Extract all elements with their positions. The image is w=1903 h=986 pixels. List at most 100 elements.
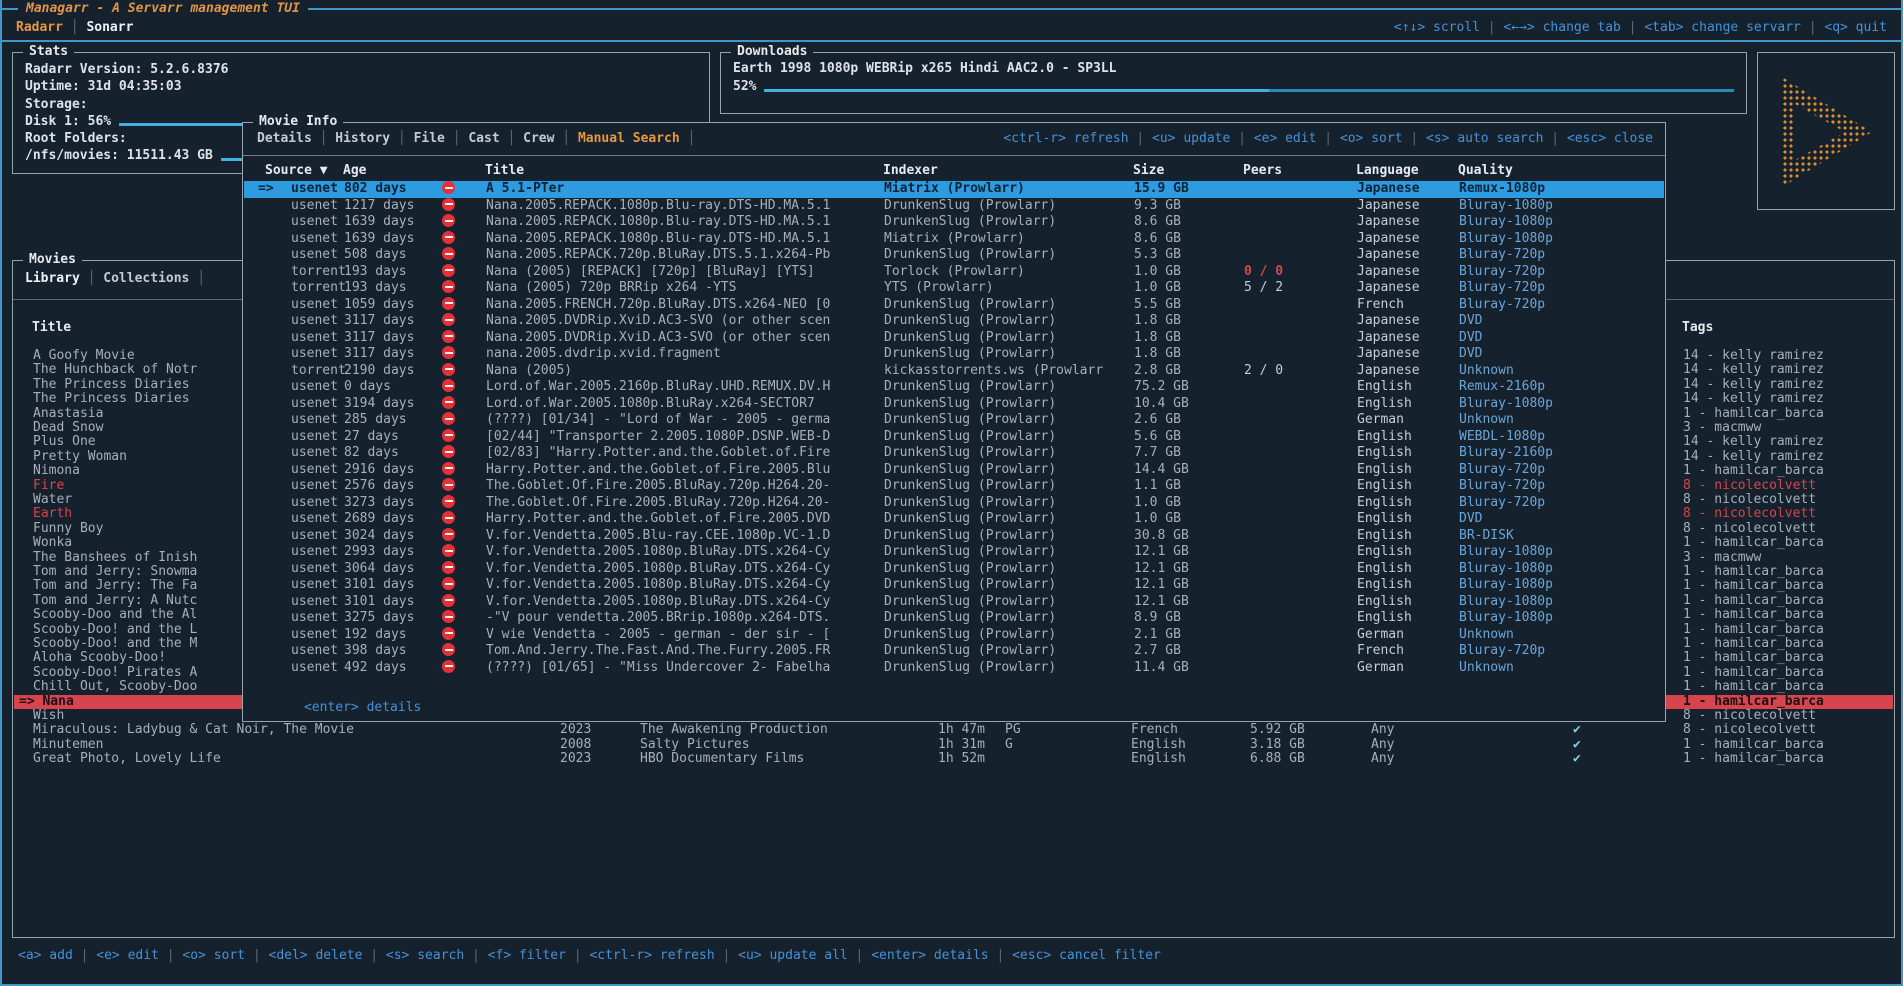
movie-tag: 1 - hamilcar_barca: [1683, 579, 1824, 593]
tab-details[interactable]: Details: [257, 131, 312, 146]
servarr-tabs: Radarr │ Sonarr: [16, 20, 133, 35]
app-window: Managarr - A Servarr management TUI Rada…: [0, 0, 1903, 986]
tab-collections[interactable]: Collections: [103, 271, 189, 286]
release-column-header[interactable]: Language: [1356, 163, 1419, 178]
movie-tag: 8 - nicolecolvett: [1683, 723, 1816, 737]
tab-file[interactable]: File: [414, 131, 445, 146]
movie-tag: 1 - hamilcar_barca: [1683, 680, 1824, 694]
movie-title: Tom and Jerry: A Nutc: [33, 594, 197, 608]
release-row[interactable]: usenet3117 daysnana.2005.dvdrip.xvid.fra…: [244, 346, 1664, 363]
movie-row[interactable]: Minutemen2008Salty Pictures1h 31mGEnglis…: [14, 738, 1893, 752]
separator: |: [848, 948, 871, 963]
release-column-header[interactable]: Indexer: [883, 163, 938, 178]
release-row[interactable]: torrent193 daysNana (2005) 720p BRRip x2…: [244, 280, 1664, 297]
tab-crew[interactable]: Crew: [523, 131, 554, 146]
disk-usage-label: Disk 1: 56%: [25, 113, 111, 130]
release-row[interactable]: usenet285 days(????) [01/34] - "Lord of …: [244, 412, 1664, 429]
release-indexer: DrunkenSlug (Prowlarr): [884, 313, 1056, 330]
release-language: English: [1357, 379, 1412, 396]
uptime: Uptime: 31d 04:35:03: [25, 78, 697, 95]
keybind-hint: <o> sort: [182, 948, 245, 963]
release-row[interactable]: usenet3117 daysNana.2005.DVDRip.XviD.AC3…: [244, 313, 1664, 330]
release-age: 3117 days: [344, 313, 414, 330]
movie-language: English: [1131, 752, 1186, 766]
release-language: Japanese: [1357, 264, 1420, 281]
servarr-tab-radarr[interactable]: Radarr: [16, 20, 63, 35]
release-row[interactable]: usenet3101 daysV.for.Vendetta.2005.1080p…: [244, 594, 1664, 611]
release-peers: 2 / 0: [1244, 363, 1283, 380]
release-column-header[interactable]: Size: [1133, 163, 1164, 178]
release-row[interactable]: usenet3101 daysV.for.Vendetta.2005.1080p…: [244, 577, 1664, 594]
separator: |: [73, 948, 96, 963]
release-row[interactable]: usenet1059 daysNana.2005.FRENCH.720p.Blu…: [244, 297, 1664, 314]
release-row[interactable]: usenet27 days[02/44] "Transporter 2.2005…: [244, 429, 1664, 446]
release-language: English: [1357, 577, 1412, 594]
release-row[interactable]: usenet2576 daysThe.Goblet.Of.Fire.2005.B…: [244, 478, 1664, 495]
release-row[interactable]: torrent2190 daysNana (2005)kickasstorren…: [244, 363, 1664, 380]
release-indexer: Miatrix (Prowlarr): [884, 181, 1025, 198]
release-age: 3024 days: [344, 528, 414, 545]
no-entry-icon: [442, 610, 455, 623]
release-column-header[interactable]: Age: [343, 163, 366, 178]
release-row[interactable]: usenet2916 daysHarry.Potter.and.the.Gobl…: [244, 462, 1664, 479]
release-row[interactable]: =>usenet802 daysA 5.1-PTerMiatrix (Prowl…: [244, 181, 1664, 198]
movie-quality-profile: Any: [1371, 738, 1394, 752]
tab-cast[interactable]: Cast: [468, 131, 499, 146]
movie-info-tabs: Details │ History │ File │ Cast │ Crew │…: [257, 131, 695, 146]
release-size: 1.8 GB: [1134, 313, 1181, 330]
release-row[interactable]: usenet3117 daysNana.2005.DVDRip.XviD.AC3…: [244, 330, 1664, 347]
no-entry-icon: [442, 396, 455, 409]
movie-studio: HBO Documentary Films: [640, 752, 804, 766]
servarr-tab-sonarr[interactable]: Sonarr: [86, 20, 133, 35]
movie-row[interactable]: Great Photo, Lovely Life2023HBO Document…: [14, 752, 1893, 766]
tab-library[interactable]: Library: [25, 271, 80, 286]
release-row[interactable]: usenet492 days(????) [01/65] - "Miss Und…: [244, 660, 1664, 677]
release-row[interactable]: usenet3064 daysV.for.Vendetta.2005.1080p…: [244, 561, 1664, 578]
movie-title: Aloha Scooby-Doo!: [33, 651, 166, 665]
release-age: 3194 days: [344, 396, 414, 413]
release-quality: Remux-1080p: [1459, 181, 1545, 198]
release-size: 75.2 GB: [1134, 379, 1189, 396]
release-row[interactable]: usenet2689 daysHarry.Potter.and.the.Gobl…: [244, 511, 1664, 528]
release-row[interactable]: usenet82 days[02/83] "Harry.Potter.and.t…: [244, 445, 1664, 462]
release-row[interactable]: usenet1639 daysNana.2005.REPACK.1080p.Bl…: [244, 214, 1664, 231]
release-row[interactable]: usenet3273 daysThe.Goblet.Of.Fire.2005.B…: [244, 495, 1664, 512]
stats-panel-title: Stats: [23, 44, 74, 59]
release-column-header[interactable]: Source ▼: [265, 163, 328, 178]
release-row[interactable]: usenet192 daysV wie Vendetta - 2005 - ge…: [244, 627, 1664, 644]
movie-language: French: [1131, 723, 1178, 737]
keybind-hint: <q> quit: [1824, 20, 1887, 35]
release-source: torrent: [291, 363, 346, 380]
release-title: Nana (2005) 720p BRRip x264 -YTS: [486, 280, 736, 297]
release-size: 12.1 GB: [1134, 594, 1189, 611]
release-row[interactable]: usenet0 daysLord.of.War.2005.2160p.BluRa…: [244, 379, 1664, 396]
release-quality: DVD: [1459, 346, 1482, 363]
release-row[interactable]: usenet1639 daysNana.2005.REPACK.1080p.Bl…: [244, 231, 1664, 248]
release-row[interactable]: usenet398 daysTom.And.Jerry.The.Fast.And…: [244, 643, 1664, 660]
release-column-header[interactable]: Peers: [1243, 163, 1282, 178]
release-indexer: DrunkenSlug (Prowlarr): [884, 346, 1056, 363]
release-column-header[interactable]: Title: [485, 163, 524, 178]
movie-runtime: 1h 31m: [938, 738, 985, 752]
tab-history[interactable]: History: [335, 131, 390, 146]
release-column-header[interactable]: Quality: [1458, 163, 1513, 178]
release-row[interactable]: usenet1217 daysNana.2005.REPACK.1080p.Bl…: [244, 198, 1664, 215]
keybind-hint: <ctrl-r> refresh: [1003, 131, 1128, 146]
release-language: English: [1357, 396, 1412, 413]
release-row[interactable]: usenet508 daysNana.2005.REPACK.720p.BluR…: [244, 247, 1664, 264]
release-language: Japanese: [1357, 181, 1420, 198]
tab-manual-search[interactable]: Manual Search: [578, 131, 680, 146]
release-age: 1217 days: [344, 198, 414, 215]
release-row[interactable]: usenet2993 daysV.for.Vendetta.2005.1080p…: [244, 544, 1664, 561]
release-row[interactable]: usenet3275 days-"V pour vendetta.2005.BR…: [244, 610, 1664, 627]
release-size: 5.3 GB: [1134, 247, 1181, 264]
release-size: 2.1 GB: [1134, 627, 1181, 644]
release-size: 5.5 GB: [1134, 297, 1181, 314]
release-row[interactable]: usenet3194 daysLord.of.War.2005.1080p.Bl…: [244, 396, 1664, 413]
release-row[interactable]: torrent193 daysNana (2005) [REPACK] [720…: [244, 264, 1664, 281]
movie-tag: 1 - hamilcar_barca: [1683, 695, 1824, 709]
release-quality: DVD: [1459, 313, 1482, 330]
release-quality: Bluray-1080p: [1459, 396, 1553, 413]
release-source: usenet: [291, 528, 338, 545]
release-row[interactable]: usenet3024 daysV.for.Vendetta.2005.Blu-r…: [244, 528, 1664, 545]
